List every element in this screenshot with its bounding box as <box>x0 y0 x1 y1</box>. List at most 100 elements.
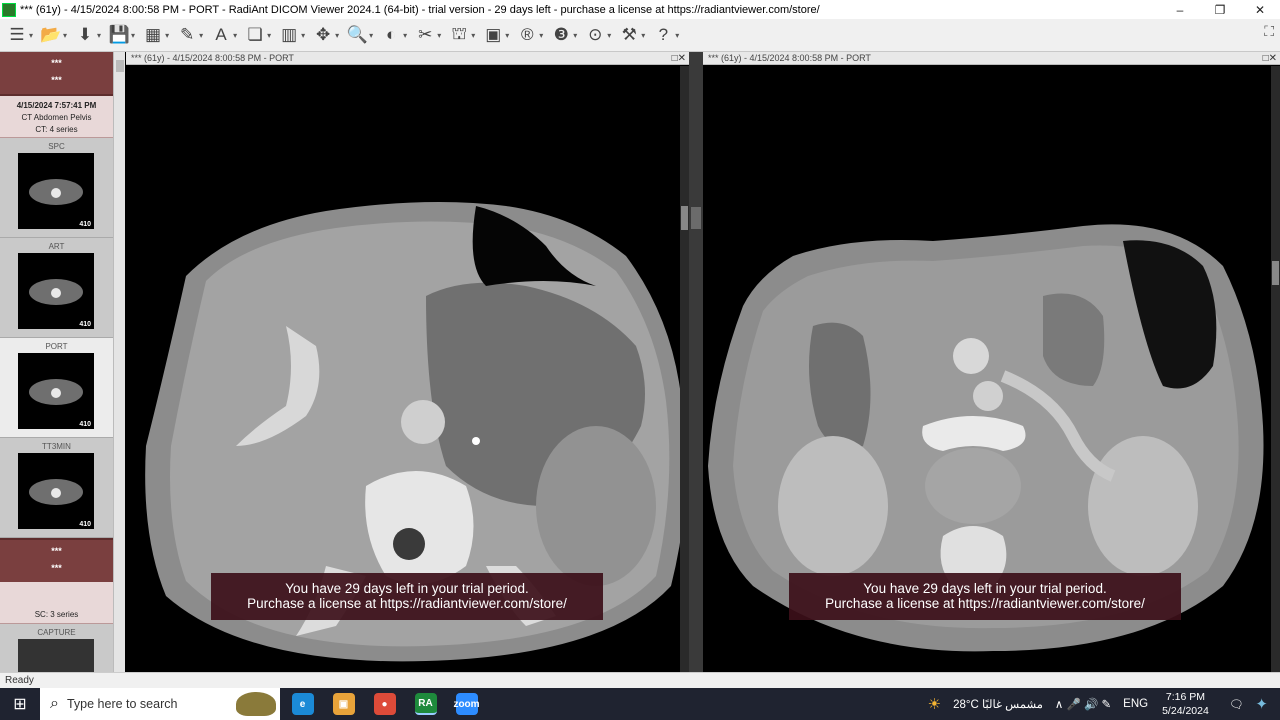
chevron-down-icon[interactable]: ▾ <box>301 31 305 40</box>
viewport-window-buttons[interactable]: □✕ <box>1263 52 1277 65</box>
save-icon: 💾 <box>108 25 130 44</box>
chevron-down-icon[interactable]: ▾ <box>369 31 373 40</box>
viewport-header: *** (61y) - 4/15/2024 8:00:58 PM - PORT … <box>703 52 1280 65</box>
save-tool[interactable]: 💾 ▾ <box>108 22 135 48</box>
study-header-2[interactable]: SC: 3 series <box>0 582 113 624</box>
viewport-scrollbar[interactable] <box>680 66 689 672</box>
weather-text[interactable]: 28°C مشمس غالبًا <box>953 697 1043 711</box>
chevron-down-icon[interactable]: ▾ <box>403 31 407 40</box>
search-icon: ⌕ <box>50 695 59 712</box>
trial-notice: You have 29 days left in your trial peri… <box>211 573 603 620</box>
taskbar-app-chrome[interactable]: ● <box>364 688 405 720</box>
chevron-down-icon[interactable]: ▾ <box>607 31 611 40</box>
measure-icon: ✂ <box>418 25 433 44</box>
fusion-tool[interactable]: ⊙ ▾ <box>584 22 611 48</box>
chevron-down-icon[interactable]: ▾ <box>539 31 543 40</box>
chevron-down-icon[interactable]: ▾ <box>471 31 475 40</box>
chevron-down-icon[interactable]: ▾ <box>437 31 441 40</box>
tools-tool[interactable]: ⚒ ▾ <box>618 22 646 48</box>
viewport-right[interactable]: *** (61y) - 4/15/2024 8:00:58 PM - PORT … <box>703 52 1280 672</box>
viewport-splitter[interactable] <box>689 52 703 672</box>
system-tray: ☀ 28°C مشمس غالبًا ∧ 🎤 🔊 ✎ ENG 7:16 PM 5… <box>922 688 1280 720</box>
pen-icon: ✎ <box>179 25 195 44</box>
chevron-down-icon[interactable]: ▾ <box>335 31 339 40</box>
viewport-left[interactable]: *** (61y) - 4/15/2024 8:00:58 PM - PORT … <box>126 52 689 672</box>
language-indicator[interactable]: ENG <box>1123 698 1148 710</box>
chevron-down-icon[interactable]: ▾ <box>675 31 679 40</box>
open-folder-icon: 📂 <box>40 25 62 44</box>
taskbar-search[interactable]: ⌕ Type here to search <box>40 688 280 720</box>
restore-button[interactable]: ❐ <box>1200 3 1240 17</box>
chevron-down-icon[interactable]: ▾ <box>199 31 203 40</box>
viewport-window-buttons[interactable]: □✕ <box>672 52 686 65</box>
chevron-down-icon[interactable]: ▾ <box>233 31 237 40</box>
patient-name: *** <box>51 58 62 68</box>
taskbar-app-zoom[interactable]: zoom <box>446 688 487 720</box>
taskbar-app-store[interactable]: ▣ <box>323 688 364 720</box>
series-thumbnail-art[interactable]: ART 410 <box>0 238 113 338</box>
tools-icon: ⚒ <box>621 25 637 44</box>
chevron-down-icon[interactable]: ▾ <box>131 31 135 40</box>
minimize-button[interactable]: – <box>1160 3 1200 17</box>
copilot-icon[interactable]: ✦ <box>1255 695 1268 713</box>
chevron-down-icon[interactable]: ▾ <box>63 31 67 40</box>
trial-line-1: You have 29 days left in your trial peri… <box>285 581 529 596</box>
chevron-down-icon[interactable]: ▾ <box>505 31 509 40</box>
chevron-down-icon[interactable]: ▾ <box>573 31 577 40</box>
chevron-down-icon[interactable]: ▾ <box>97 31 101 40</box>
help-icon: ? <box>658 25 669 44</box>
tray-icons[interactable]: ∧ 🎤 🔊 ✎ <box>1055 697 1111 711</box>
chevron-down-icon[interactable]: ▾ <box>641 31 645 40</box>
study-description: CT Abdomen Pelvis <box>21 113 92 122</box>
chevron-down-icon[interactable]: ▾ <box>165 31 169 40</box>
series-tool[interactable]: ▥ ▾ <box>278 22 305 48</box>
trial-line-1: You have 29 days left in your trial peri… <box>863 581 1107 596</box>
series-thumbnail-tt3min[interactable]: TT3MIN 410 <box>0 438 113 538</box>
measure-tool[interactable]: ✂ ▾ <box>414 22 441 48</box>
close-button[interactable]: ✕ <box>1240 3 1280 17</box>
start-button[interactable]: ⊞ <box>0 688 40 720</box>
notification-icon[interactable]: 🗨 <box>1229 697 1244 711</box>
series-label: TT3MIN <box>42 442 71 451</box>
patient-header-2[interactable]: *** *** <box>0 538 113 582</box>
viewport-scrollbar[interactable] <box>1271 66 1280 672</box>
series-thumbnail-image: 410 <box>18 153 94 229</box>
download-tool[interactable]: ⬇ ▾ <box>74 22 101 48</box>
fullscreen-icon[interactable]: ⛶ <box>1264 23 1274 40</box>
help-tool[interactable]: ? ▾ <box>652 22 680 48</box>
chevron-down-icon[interactable]: ▾ <box>267 31 271 40</box>
series-thumbnail-spc[interactable]: SPC 410 <box>0 138 113 238</box>
chevron-down-icon[interactable]: ▾ <box>29 31 33 40</box>
3d-mpr-icon: ⛫ <box>451 24 468 43</box>
layout-icon: ▦ <box>145 25 162 44</box>
weather-icon[interactable]: ☀ <box>928 695 941 713</box>
taskbar-app-radiant[interactable]: RA <box>405 688 446 720</box>
move-tool[interactable]: ✥ ▾ <box>312 22 339 48</box>
window-level-tool[interactable]: ◐ ▾ <box>380 22 407 48</box>
copy-tool[interactable]: ❏ ▾ <box>244 22 271 48</box>
window-level-icon: ◐ <box>386 25 397 44</box>
film-tool[interactable]: ▣ ▾ <box>482 22 509 48</box>
pen-tool[interactable]: ✎ ▾ <box>176 22 203 48</box>
text-tool[interactable]: A ▾ <box>210 22 237 48</box>
menu-tool[interactable]: ☰ ▾ <box>6 22 33 48</box>
r-tool[interactable]: ® ▾ <box>516 22 543 48</box>
patient-header[interactable]: *** *** <box>0 52 113 96</box>
series-label: ART <box>48 242 65 251</box>
3d-tool[interactable]: ❸ ▾ <box>550 22 578 48</box>
patient-id: *** <box>51 563 62 573</box>
series-thumbnail-capture[interactable]: CAPTURE <box>0 624 113 672</box>
zoom-icon: 🔍 <box>346 25 368 44</box>
viewport-title: *** (61y) - 4/15/2024 8:00:58 PM - PORT <box>708 53 871 63</box>
clock[interactable]: 7:16 PM 5/24/2024 <box>1162 690 1209 718</box>
zoom-tool[interactable]: 🔍 ▾ <box>346 22 374 48</box>
open-folder-tool[interactable]: 📂 ▾ <box>40 22 67 48</box>
series-thumbnail-port[interactable]: PORT 410 <box>0 338 113 438</box>
series-browser: *** *** 4/15/2024 7:57:41 PM CT Abdomen … <box>0 52 113 672</box>
study-header[interactable]: 4/15/2024 7:57:41 PM CT Abdomen Pelvis C… <box>0 96 113 138</box>
series-label: PORT <box>45 342 68 351</box>
3d-mpr-tool[interactable]: ⛫ ▾ <box>448 22 475 48</box>
sidebar-scrollbar[interactable] <box>113 52 125 672</box>
taskbar-app-edge[interactable]: e <box>282 688 323 720</box>
layout-tool[interactable]: ▦ ▾ <box>142 22 169 48</box>
